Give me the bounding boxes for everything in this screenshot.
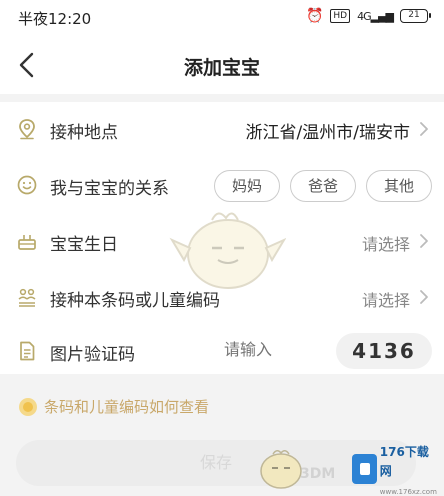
barcode-help-link[interactable]: 条码和儿童编码如何查看 [18,396,209,417]
captcha-label: 图片验证码 [50,345,135,365]
mascot-watermark [169,212,286,289]
captcha-input[interactable] [224,340,320,359]
help-text: 条码和儿童编码如何查看 [44,398,210,416]
birthday-placeholder: 请选择 [361,235,410,254]
site-logo-watermark: 176下载网 www.176xz.com [352,445,438,496]
people-icon [16,286,38,308]
header: 添加宝宝 [0,36,444,94]
birthday-label: 宝宝生日 [50,235,118,255]
relation-option-father[interactable]: 爸爸 [290,170,356,202]
captcha-row: 图片验证码 4136 [0,324,444,380]
alarm-icon: ⏰ [305,8,324,24]
battery-icon: 21 [400,9,431,23]
status-bar: 半夜12:20 ⏰ HD 4G▂▄▆ 21 [0,0,444,36]
site-watermark: 3DM [300,466,336,482]
network-type-label: 4G [357,9,371,23]
location-value: 浙江省/温州市/瑞安市 [245,123,410,143]
barcode-placeholder: 请选择 [361,291,410,310]
relation-options: 妈妈 爸爸 其他 [214,170,432,202]
site-logo-icon [352,454,377,484]
light-bulb-icon [19,397,37,416]
chevron-right-icon [418,288,430,306]
chevron-right-icon [418,120,430,138]
page-title: 添加宝宝 [183,57,260,79]
relation-label: 我与宝宝的关系 [50,179,169,199]
status-time: 半夜12:20 [18,10,92,28]
hd-icon: HD [330,9,351,23]
location-pin-icon [16,118,38,140]
relation-option-mother[interactable]: 妈妈 [214,170,280,202]
cake-icon [16,230,38,252]
signal-icon: 4G▂▄▆ [357,9,394,23]
location-label: 接种地点 [50,123,118,143]
chevron-right-icon [418,232,430,250]
relation-option-other[interactable]: 其他 [366,170,432,202]
smiley-icon [16,174,38,196]
site-logo-text: 176下载网 www.176xz.com [379,444,437,496]
document-icon [16,340,38,362]
status-icons: ⏰ HD 4G▂▄▆ 21 [305,8,431,24]
location-row[interactable]: 接种地点 浙江省/温州市/瑞安市 [0,102,444,158]
captcha-image[interactable]: 4136 [336,333,432,369]
